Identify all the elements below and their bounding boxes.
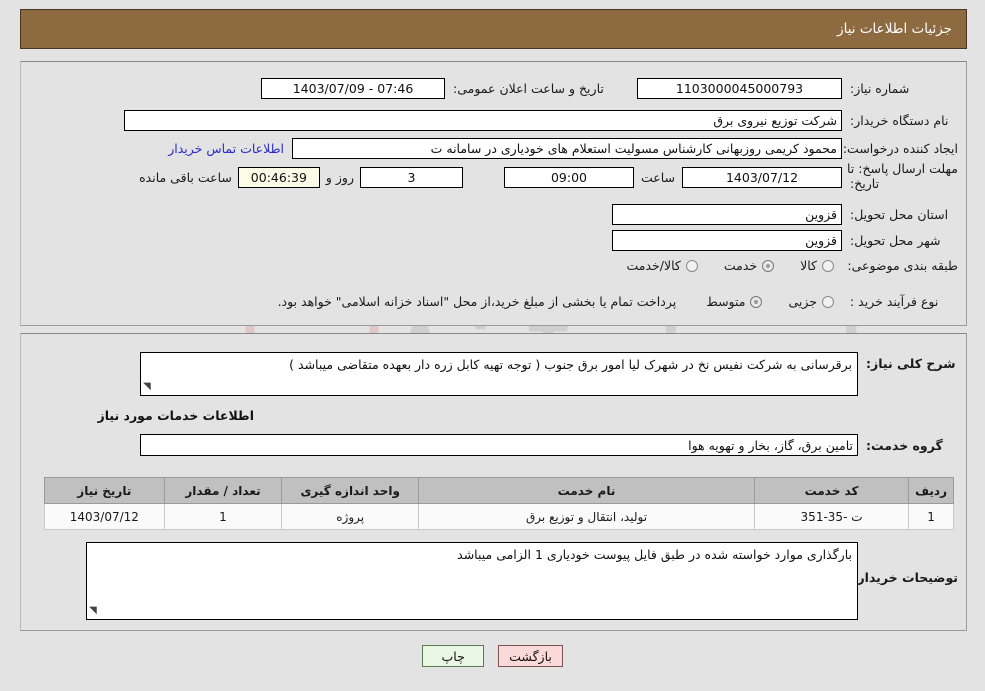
deadline-date-value: 1403/07/12 — [682, 167, 842, 188]
category-option-khedmat[interactable]: خدمت — [723, 258, 775, 273]
services-panel: شرح کلی نیاز: برقرسانی به شرکت نفیس نخ د… — [20, 333, 967, 631]
cell-name: تولید، انتقال و توزیع برق — [418, 503, 755, 530]
category-option-label: کالا/خدمت — [626, 258, 681, 273]
radio-icon[interactable] — [822, 295, 834, 308]
purchase-note: پرداخت تمام یا بخشی از مبلغ خرید،از محل … — [277, 294, 677, 309]
row-buyer-org: نام دستگاه خریدار: شرکت توزیع نیروی برق — [124, 110, 958, 131]
table-row[interactable]: 1 ت -35-351 تولید، انتقال و توزیع برق پر… — [44, 503, 954, 530]
buyer-contact-link[interactable]: اطلاعات تماس خریدار — [168, 141, 284, 156]
print-button[interactable]: چاپ — [422, 645, 485, 667]
radio-icon[interactable] — [685, 259, 698, 272]
category-label: طبقه بندی موضوعی: — [847, 258, 958, 273]
resize-grip-icon[interactable]: ◤ — [143, 379, 151, 394]
deadline-label-line2: تاریخ: — [850, 175, 880, 191]
row-need-number: شماره نیاز: 1103000045000793 — [637, 78, 958, 99]
row-buyer-notes: توضیحات خریدار: بارگذاری موارد خواسته شد… — [86, 542, 958, 620]
footer-button-bar: بازگشت چاپ — [0, 645, 985, 667]
province-label: استان محل تحویل: — [850, 207, 949, 222]
services-table: ردیف کد خدمت نام خدمت واحد اندازه گیری ت… — [44, 477, 954, 530]
row-deadline-values: 1403/07/12 ساعت 09:00 3 روز و 00:46:39 س… — [139, 167, 842, 188]
row-description: شرح کلی نیاز: برقرسانی به شرکت نفیس نخ د… — [140, 352, 958, 396]
announce-datetime-label: تاریخ و ساعت اعلان عمومی: — [453, 81, 604, 96]
cell-need-date: 1403/07/12 — [44, 503, 165, 530]
cell-code: ت -35-351 — [753, 503, 910, 530]
purchase-type-label: نوع فرآیند خرید : — [850, 294, 939, 309]
requester-label: ایجاد کننده درخواست: — [842, 141, 958, 156]
col-code: کد خدمت — [753, 477, 910, 504]
announce-datetime-value: 07:46 - 1403/07/09 — [261, 78, 445, 99]
services-section-title: اطلاعات خدمات مورد نیاز — [97, 408, 255, 423]
cell-unit: پروژه — [281, 503, 420, 530]
buyer-notes-label: توضیحات خریدار: — [852, 570, 958, 585]
city-value: قزوین — [612, 230, 842, 251]
buyer-org-value: شرکت توزیع نیروی برق — [124, 110, 842, 131]
need-number-label: شماره نیاز: — [850, 81, 910, 96]
page-header: جزئیات اطلاعات نیاز — [20, 9, 967, 49]
purchase-type-option-label: متوسط — [706, 294, 746, 309]
buyer-org-label: نام دستگاه خریدار: — [850, 113, 949, 128]
row-service-group: گروه خدمت: تامین برق، گاز، بخار و تهویه … — [140, 434, 958, 456]
radio-icon[interactable] — [762, 259, 775, 272]
province-value: قزوین — [612, 204, 842, 225]
description-textarea[interactable]: برقرسانی به شرکت نفیس نخ در شهرک لیا امو… — [140, 352, 858, 396]
deadline-hour-label: ساعت — [640, 170, 675, 185]
category-option-kala[interactable]: کالا — [800, 258, 834, 273]
category-option-kala-khedmat[interactable]: کالا/خدمت — [626, 258, 698, 273]
buyer-notes-textarea[interactable]: بارگذاری موارد خواسته شده در طبق فایل پی… — [86, 542, 858, 620]
col-name: نام خدمت — [418, 477, 755, 504]
col-quantity: تعداد / مقدار — [163, 477, 283, 504]
radio-icon[interactable] — [750, 295, 763, 308]
page-title: جزئیات اطلاعات نیاز — [837, 21, 952, 37]
col-unit: واحد اندازه گیری — [281, 477, 420, 504]
category-option-label: کالا — [800, 258, 817, 273]
purchase-type-option-label: جزیی — [788, 294, 817, 309]
cell-index: 1 — [908, 503, 954, 530]
need-info-panel: شماره نیاز: 1103000045000793 تاریخ و ساع… — [20, 61, 967, 326]
row-category: طبقه بندی موضوعی: کالا خدمت کالا/خدمت — [626, 258, 958, 273]
need-number-value: 1103000045000793 — [637, 78, 842, 99]
row-province: استان محل تحویل: قزوین — [612, 204, 958, 225]
requester-value: محمود کریمی روزبهانی کارشناس مسولیت استع… — [292, 138, 842, 159]
purchase-type-option-jozi[interactable]: جزیی — [788, 294, 834, 309]
row-announce-datetime: تاریخ و ساعت اعلان عمومی: 07:46 - 1403/0… — [261, 78, 618, 99]
deadline-label-line1: مهلت ارسال پاسخ: تا — [847, 161, 958, 176]
col-need-date: تاریخ نیاز — [44, 477, 165, 504]
purchase-type-option-motavasset[interactable]: متوسط — [706, 294, 763, 309]
countdown-label: ساعت باقی مانده — [139, 170, 232, 185]
back-button[interactable]: بازگشت — [498, 645, 563, 667]
city-label: شهر محل تحویل: — [850, 233, 941, 248]
remaining-days-label: روز و — [325, 170, 354, 185]
table-header-row: ردیف کد خدمت نام خدمت واحد اندازه گیری ت… — [44, 477, 954, 504]
col-index: ردیف — [908, 477, 954, 504]
deadline-hour-value: 09:00 — [503, 167, 634, 188]
countdown-timer: 00:46:39 — [237, 167, 320, 188]
description-label: شرح کلی نیاز: — [866, 356, 956, 371]
cell-quantity: 1 — [163, 503, 283, 530]
category-option-label: خدمت — [723, 258, 758, 273]
service-group-value: تامین برق، گاز، بخار و تهویه هوا — [140, 434, 858, 456]
radio-icon[interactable] — [822, 259, 834, 272]
row-city: شهر محل تحویل: قزوین — [612, 230, 958, 251]
remaining-days-value: 3 — [359, 167, 463, 188]
row-purchase-type: نوع فرآیند خرید : جزیی متوسط پرداخت تمام… — [278, 294, 958, 309]
buyer-notes-text: بارگذاری موارد خواسته شده در طبق فایل پی… — [457, 547, 852, 562]
resize-grip-icon[interactable]: ◤ — [89, 603, 97, 618]
page-root: AriaTender.net جزئیات اطلاعات نیاز شماره… — [0, 0, 985, 691]
row-requester: ایجاد کننده درخواست: محمود کریمی روزبهان… — [168, 138, 958, 159]
row-deadline-label: مهلت ارسال پاسخ: تا تاریخ: — [847, 161, 958, 192]
description-text: برقرسانی به شرکت نفیس نخ در شهرک لیا امو… — [289, 357, 852, 372]
service-group-label: گروه خدمت: — [866, 437, 943, 453]
